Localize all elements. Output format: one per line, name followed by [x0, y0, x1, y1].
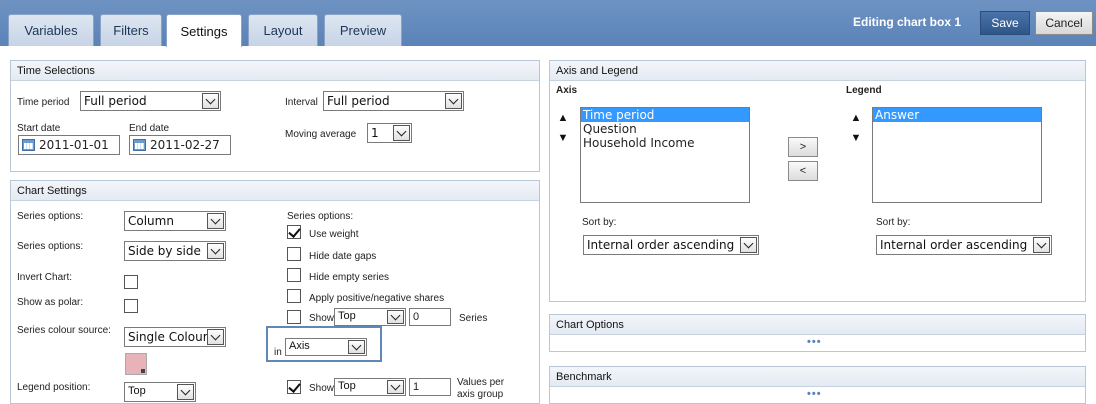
legend-listbox[interactable]: Answer — [872, 107, 1042, 203]
show-top-select-2[interactable]: Top — [334, 378, 406, 396]
apply-shares-checkbox[interactable] — [287, 289, 301, 303]
axis-sort-by-label: Sort by: — [582, 217, 617, 228]
series-colour-source-select[interactable]: Single Colour — [124, 327, 226, 347]
series-colour-source-label: Series colour source: — [17, 325, 111, 336]
benchmark-panel[interactable]: Benchmark ••• — [549, 366, 1086, 404]
chevron-down-icon — [202, 93, 219, 109]
in-axis-select[interactable]: Axis — [285, 338, 367, 356]
series-options-label: Series options: — [17, 211, 84, 222]
hide-empty-series-checkbox[interactable] — [287, 268, 301, 282]
legend-label: Legend — [846, 85, 882, 96]
chevron-down-icon — [387, 380, 404, 394]
list-item[interactable]: Household Income — [581, 136, 749, 150]
show-as-polar-checkbox[interactable] — [124, 299, 138, 313]
start-date-input[interactable]: 2011-01-01 — [18, 135, 120, 155]
axis-label: Axis — [556, 85, 578, 96]
chevron-down-icon — [177, 384, 194, 400]
calendar-icon[interactable] — [133, 139, 146, 151]
chart-options-panel[interactable]: Chart Options ••• — [549, 314, 1086, 352]
chevron-down-icon — [387, 310, 404, 324]
legend-position-label: Legend position: — [17, 382, 91, 393]
tab-filters[interactable]: Filters — [100, 14, 162, 46]
moving-average-label: Moving average — [285, 129, 357, 140]
move-up-icon[interactable]: ▲ — [849, 111, 863, 125]
series-arrangement-select[interactable]: Side by side — [124, 241, 226, 261]
calendar-icon[interactable] — [22, 139, 35, 151]
legend-sort-by-label: Sort by: — [876, 217, 911, 228]
apply-shares-label: Apply positive/negative shares — [309, 293, 445, 304]
panel-title: Time Selections — [11, 61, 539, 81]
series-options-label: Series options: — [17, 241, 84, 252]
use-weight-checkbox[interactable] — [287, 225, 301, 239]
panel-title: Benchmark — [550, 367, 1085, 387]
list-item[interactable]: Question — [581, 122, 749, 136]
chevron-down-icon — [393, 125, 410, 141]
time-period-label: Time period — [17, 97, 70, 108]
hide-date-gaps-checkbox[interactable] — [287, 247, 301, 261]
move-right-button[interactable]: > — [788, 137, 818, 157]
moving-average-select[interactable]: 1 — [367, 123, 412, 143]
tab-layout[interactable]: Layout — [248, 14, 318, 46]
show-top-select[interactable]: Top — [334, 308, 406, 326]
interval-label: Interval — [285, 97, 318, 108]
show-as-polar-label: Show as polar: — [17, 297, 84, 308]
chevron-down-icon — [740, 237, 757, 253]
axis-legend-panel: Axis and Legend Axis ▲ ▼ Time period Que… — [549, 60, 1086, 302]
hide-empty-series-label: Hide empty series — [309, 272, 390, 283]
time-period-select[interactable]: Full period — [80, 91, 221, 111]
in-label: in — [274, 347, 282, 358]
hide-date-gaps-label: Hide date gaps — [309, 251, 377, 262]
expand-more-icon[interactable]: ••• — [807, 388, 822, 400]
tab-preview[interactable]: Preview — [324, 14, 402, 46]
axis-sort-select[interactable]: Internal order ascending — [583, 235, 759, 255]
invert-chart-label: Invert Chart: — [17, 272, 73, 283]
move-down-icon[interactable]: ▼ — [556, 131, 570, 145]
move-up-icon[interactable]: ▲ — [556, 111, 570, 125]
cancel-button[interactable]: Cancel — [1035, 11, 1093, 35]
time-selections-panel: Time Selections Time period Full period … — [10, 60, 540, 172]
move-left-button[interactable]: < — [788, 161, 818, 181]
legend-sort-select[interactable]: Internal order ascending — [876, 235, 1052, 255]
move-down-icon[interactable]: ▼ — [849, 131, 863, 145]
chevron-down-icon — [1033, 237, 1050, 253]
chevron-down-icon — [207, 243, 224, 259]
chart-settings-panel: Chart Settings Series options: Column Se… — [10, 180, 540, 404]
use-weight-label: Use weight — [309, 229, 359, 240]
start-date-label: Start date — [17, 123, 61, 134]
show-series-checkbox[interactable] — [287, 310, 301, 324]
end-date-label: End date — [129, 123, 170, 134]
chevron-down-icon — [207, 213, 224, 229]
series-type-select[interactable]: Column — [124, 211, 226, 231]
series-count-input[interactable]: 0 — [409, 308, 451, 326]
legend-position-select[interactable]: Top — [124, 382, 196, 402]
series-options-label: Series options: — [287, 211, 354, 222]
end-date-input[interactable]: 2011-02-27 — [129, 135, 231, 155]
show-label: Show — [309, 313, 335, 324]
interval-select[interactable]: Full period — [323, 91, 464, 111]
panel-title: Chart Options — [550, 315, 1085, 335]
tab-variables[interactable]: Variables — [8, 14, 94, 46]
panel-title: Chart Settings — [11, 181, 539, 201]
values-per-axis-group-label: Values per axis group — [457, 377, 505, 400]
list-item[interactable]: Time period — [581, 108, 749, 122]
show-label: Show — [309, 383, 335, 394]
chevron-down-icon — [207, 329, 224, 345]
editing-label: Editing chart box 1 — [853, 15, 962, 29]
values-count-input[interactable]: 1 — [409, 378, 451, 396]
expand-more-icon[interactable]: ••• — [807, 336, 822, 348]
axis-listbox[interactable]: Time period Question Household Income — [580, 107, 750, 203]
colour-picker-swatch[interactable] — [125, 353, 147, 375]
show-values-checkbox[interactable] — [287, 380, 301, 394]
top-toolbar: Variables Filters Settings Layout Previe… — [0, 0, 1096, 47]
invert-chart-checkbox[interactable] — [124, 275, 138, 289]
save-button[interactable]: Save — [980, 11, 1030, 35]
tab-settings[interactable]: Settings — [166, 14, 242, 47]
chevron-down-icon — [348, 340, 365, 354]
series-label: Series — [459, 313, 488, 324]
chevron-down-icon — [445, 93, 462, 109]
panel-title: Axis and Legend — [550, 61, 1085, 81]
list-item[interactable]: Answer — [873, 108, 1041, 122]
